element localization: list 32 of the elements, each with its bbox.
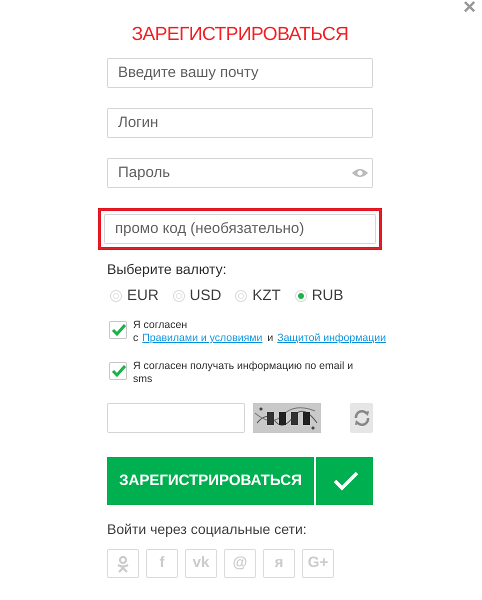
- radio-option[interactable]: EUR: [110, 284, 159, 307]
- agreement-text: Я согласен получать информацию по email и sms: [133, 360, 354, 386]
- check-icon: [333, 471, 359, 491]
- radio-option[interactable]: USD: [172, 284, 222, 307]
- eye-icon[interactable]: [351, 166, 369, 178]
- check-icon: [111, 364, 127, 378]
- form-title: ЗАРЕГИСТРИРОВАТЬСЯ: [130, 23, 350, 47]
- person-icon: [117, 554, 129, 572]
- radio-button[interactable]: [235, 290, 248, 302]
- refresh-button[interactable]: [350, 403, 373, 433]
- radio-option[interactable]: RUB: [294, 284, 344, 307]
- input-field[interactable]: Пароль: [107, 158, 373, 188]
- input-field[interactable]: Введите вашу почту: [107, 58, 373, 88]
- radio-button[interactable]: [172, 290, 185, 302]
- refresh-icon: [352, 409, 370, 427]
- captcha-field[interactable]: [107, 403, 245, 433]
- input-field[interactable]: Логин: [107, 108, 373, 138]
- radio-button[interactable]: [110, 290, 122, 302]
- social-button[interactable]: [107, 549, 139, 578]
- agreement-link[interactable]: Правилами и условиями: [142, 332, 262, 344]
- checkbox[interactable]: [109, 362, 127, 380]
- radio-button[interactable]: [294, 290, 307, 302]
- agreement-link[interactable]: Защитой информации: [277, 332, 386, 344]
- input-field[interactable]: промо код (необязательно): [104, 214, 376, 244]
- social-label: Войти через социальные сети:: [107, 520, 308, 539]
- radio-option[interactable]: KZT: [235, 284, 281, 307]
- register-button[interactable]: ЗАРЕГИСТРИРОВАТЬСЯ: [107, 457, 373, 505]
- check-icon: [111, 323, 127, 337]
- checkbox[interactable]: [109, 321, 127, 339]
- close-button[interactable]: ×: [463, 0, 476, 18]
- currency-label: Выберите валюту:: [107, 260, 228, 279]
- social-button[interactable]: @: [224, 549, 256, 578]
